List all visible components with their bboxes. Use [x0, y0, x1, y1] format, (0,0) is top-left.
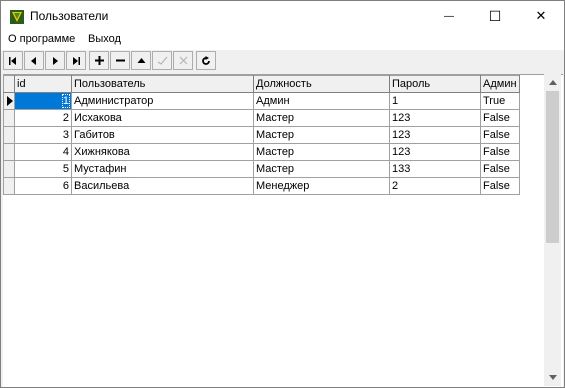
cell-position[interactable]: Мастер [253, 160, 390, 178]
cell-password[interactable]: 133 [389, 160, 481, 178]
cell-password[interactable]: 123 [389, 109, 481, 127]
scroll-up-button[interactable] [544, 74, 561, 91]
minimize-icon: — [444, 10, 454, 22]
cell-user[interactable]: Мустафин [71, 160, 254, 178]
cell-user[interactable]: Хижнякова [71, 143, 254, 161]
vertical-scrollbar[interactable] [544, 74, 561, 386]
prior-record-button[interactable] [24, 51, 44, 70]
delete-record-button[interactable] [110, 51, 130, 70]
window-title: Пользователи [30, 9, 109, 23]
close-icon: ✕ [535, 8, 547, 23]
scroll-up-icon [548, 80, 557, 85]
column-header-user[interactable]: Пользователь [71, 75, 254, 93]
cell-id[interactable]: 4 [14, 143, 72, 161]
column-header-position[interactable]: Должность [253, 75, 390, 93]
cell-admin[interactable]: False [480, 109, 520, 127]
row-indicator[interactable] [3, 143, 15, 161]
scroll-thumb[interactable] [546, 91, 559, 243]
table-row[interactable]: 1 Администратор Админ 1 True [3, 92, 520, 110]
edit-record-button[interactable] [131, 51, 151, 70]
refresh-data-button[interactable] [196, 51, 216, 70]
cell-position[interactable]: Мастер [253, 126, 390, 144]
users-table: id Пользователь Должность Пароль Админ 1… [3, 75, 520, 195]
row-indicator[interactable] [3, 160, 15, 178]
cell-id[interactable]: 1 [14, 92, 72, 110]
maximize-icon: ☐ [488, 7, 502, 24]
cell-position[interactable]: Мастер [253, 109, 390, 127]
column-header-password[interactable]: Пароль [389, 75, 481, 93]
refresh-icon [202, 55, 210, 65]
menu-bar: О программе Выход [1, 31, 564, 50]
users-window: Пользователи — ☐ ✕ О программе Выход id … [0, 0, 565, 388]
table-row[interactable]: 4 Хижнякова Мастер 123 False [3, 143, 520, 161]
maximize-button[interactable]: ☐ [472, 1, 518, 31]
row-indicator[interactable] [3, 92, 15, 110]
cell-id[interactable]: 2 [14, 109, 72, 127]
cell-password[interactable]: 123 [389, 126, 481, 144]
cell-id[interactable]: 3 [14, 126, 72, 144]
close-button[interactable]: ✕ [518, 1, 564, 31]
next-record-button[interactable] [45, 51, 65, 70]
table-row[interactable]: 3 Габитов Мастер 123 False [3, 126, 520, 144]
next-icon [53, 56, 58, 65]
users-grid[interactable]: id Пользователь Должность Пароль Админ 1… [3, 74, 563, 387]
cell-position[interactable]: Менеджер [253, 177, 390, 195]
app-icon [10, 10, 24, 24]
cell-id[interactable]: 5 [14, 160, 72, 178]
cell-position[interactable]: Админ [253, 92, 390, 110]
plus-icon [94, 56, 104, 65]
checkmark-icon [157, 56, 167, 65]
table-row[interactable]: 5 Мустафин Мастер 133 False [3, 160, 520, 178]
up-triangle-icon [137, 58, 145, 63]
title-bar[interactable]: Пользователи — ☐ ✕ [1, 1, 564, 31]
cancel-edit-button[interactable] [173, 51, 193, 70]
insert-record-button[interactable] [89, 51, 109, 70]
cell-user[interactable]: Васильева [71, 177, 254, 195]
minimize-button[interactable]: — [426, 1, 472, 31]
first-record-button[interactable] [3, 51, 23, 70]
cell-admin[interactable]: True [480, 92, 520, 110]
cell-admin[interactable]: False [480, 126, 520, 144]
minus-icon [115, 59, 125, 62]
first-icon [9, 56, 16, 65]
cell-admin[interactable]: False [480, 177, 520, 195]
column-header-id[interactable]: id [14, 75, 72, 93]
cross-icon [179, 56, 187, 65]
menu-exit[interactable]: Выход [88, 33, 121, 45]
scroll-down-button[interactable] [544, 369, 561, 386]
current-row-arrow-icon [7, 96, 13, 106]
scroll-down-icon [548, 375, 557, 380]
header-row: id Пользователь Должность Пароль Админ [3, 75, 520, 93]
prior-icon [31, 56, 36, 65]
menu-about[interactable]: О программе [8, 33, 75, 45]
db-navigator [1, 50, 564, 72]
cell-password[interactable]: 2 [389, 177, 481, 195]
cell-admin[interactable]: False [480, 143, 520, 161]
cell-user[interactable]: Габитов [71, 126, 254, 144]
cell-password[interactable]: 1 [389, 92, 481, 110]
row-indicator[interactable] [3, 177, 15, 195]
last-record-button[interactable] [66, 51, 86, 70]
cell-admin[interactable]: False [480, 160, 520, 178]
row-indicator-header [3, 75, 15, 93]
cell-position[interactable]: Мастер [253, 143, 390, 161]
row-indicator[interactable] [3, 109, 15, 127]
cell-password[interactable]: 123 [389, 143, 481, 161]
post-edit-button[interactable] [152, 51, 172, 70]
cell-user[interactable]: Администратор [71, 92, 254, 110]
cell-user[interactable]: Исхакова [71, 109, 254, 127]
last-icon [73, 56, 80, 65]
cell-id[interactable]: 6 [14, 177, 72, 195]
row-indicator[interactable] [3, 126, 15, 144]
table-row[interactable]: 2 Исхакова Мастер 123 False [3, 109, 520, 127]
column-header-admin[interactable]: Админ [480, 75, 520, 93]
table-row[interactable]: 6 Васильева Менеджер 2 False [3, 177, 520, 195]
